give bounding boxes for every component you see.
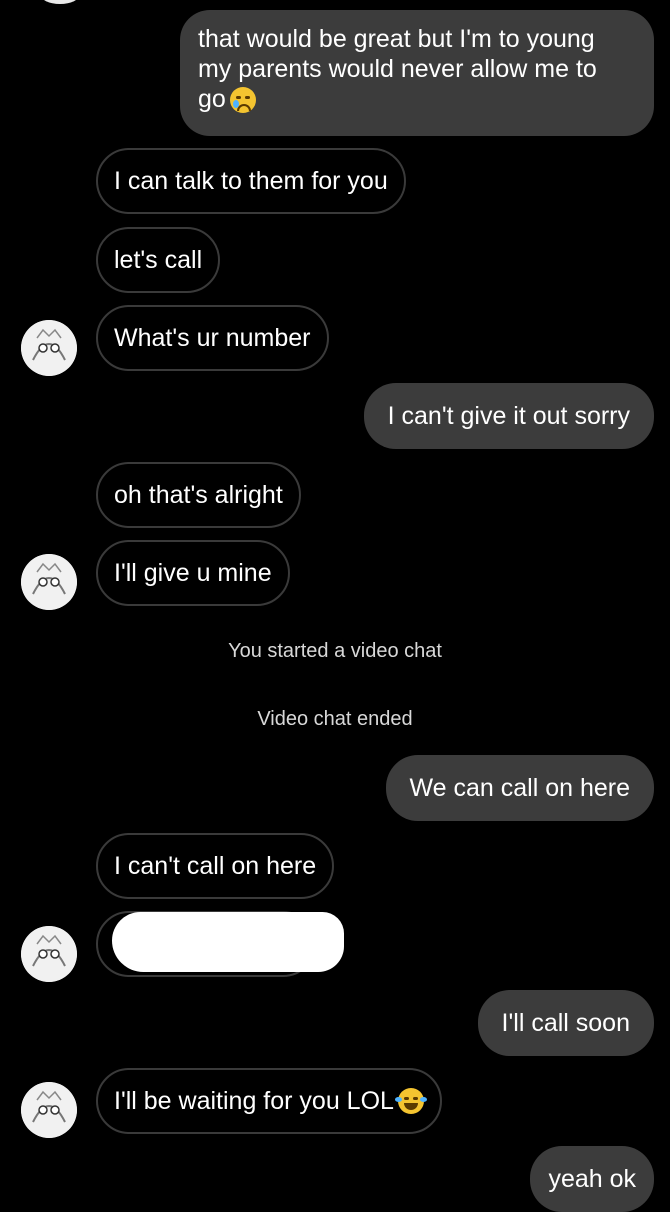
incoming-message[interactable]: let's call (96, 227, 221, 293)
incoming-message[interactable]: I can talk to them for you (96, 148, 406, 214)
incoming-message[interactable]: I'll be waiting for you LOL (96, 1068, 442, 1134)
message-text: I can't give it out sorry (387, 402, 630, 430)
incoming-message[interactable]: oh that's alright (96, 462, 301, 528)
message-text: What's ur number (114, 324, 311, 352)
message-text: oh that's alright (114, 481, 283, 509)
incoming-message[interactable]: I'll give u mine (96, 540, 290, 606)
message-text: I'll be waiting for you LOL (114, 1087, 394, 1115)
message-text: yeah ok (548, 1165, 636, 1193)
message-text: I can't call on here (114, 852, 317, 880)
incoming-message[interactable]: I can't call on here (96, 833, 335, 899)
outgoing-message[interactable]: I can't give it out sorry (363, 383, 654, 449)
outgoing-message[interactable]: yeah ok (530, 1146, 654, 1212)
message-text: I'll give u mine (114, 559, 272, 587)
system-message: Video chat ended (257, 708, 413, 730)
face-with-tears-of-joy-icon (394, 1088, 427, 1114)
partial-avatar (40, 0, 80, 4)
contact-avatar[interactable] (21, 320, 77, 376)
message-text: We can call on here (409, 774, 631, 802)
message-text: let's call (114, 246, 203, 274)
message-text: that would be great but I'm to young my … (198, 25, 597, 113)
outgoing-message[interactable]: I'll call soon (477, 990, 654, 1056)
outgoing-message[interactable]: that would be great but I'm to young my … (180, 10, 654, 136)
contact-avatar[interactable] (21, 926, 77, 982)
system-message: You started a video chat (228, 640, 442, 662)
message-text: I'll call soon (501, 1009, 630, 1037)
contact-avatar[interactable] (21, 554, 77, 610)
message-text: I can talk to them for you (114, 167, 388, 195)
crying-face-icon (229, 87, 256, 114)
redaction-mark (112, 912, 344, 972)
incoming-message[interactable]: What's ur number (96, 305, 329, 371)
outgoing-message[interactable]: We can call on here (385, 755, 654, 821)
contact-avatar[interactable] (21, 1082, 77, 1138)
